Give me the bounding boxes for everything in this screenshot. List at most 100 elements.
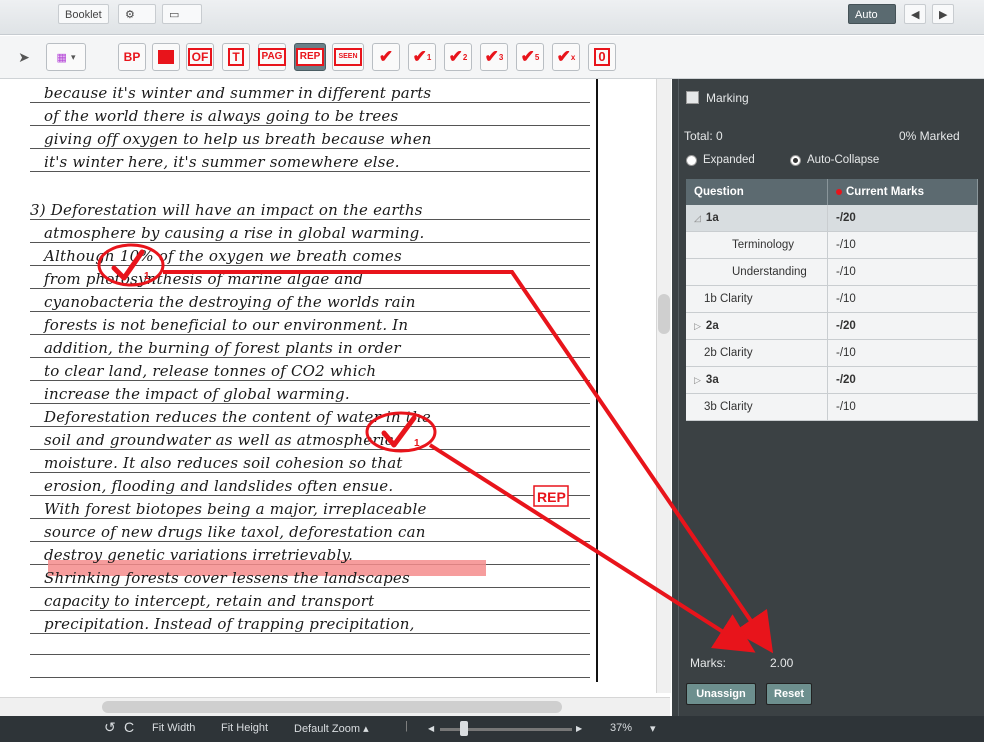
tick-x-sub: x: [570, 52, 576, 62]
marks-cell: -/20: [827, 312, 978, 340]
annotation-toolbar: ➤ ▦ ▾ BP OF T PAG REP SEEN ✔ ✔ 1 ✔ 2 ✔ 3 ✔ 5…: [0, 36, 984, 79]
tick-button[interactable]: ✔: [372, 43, 400, 71]
auto-collapse-radio[interactable]: [790, 155, 801, 166]
handwritten-line: Shrinking forests cover lessens the land…: [44, 569, 410, 587]
handwritten-line: cyanobacteria the destroying of the worl…: [44, 293, 416, 311]
panel-divider[interactable]: [678, 79, 679, 716]
document-viewer[interactable]: because it's winter and summer in differ…: [0, 79, 670, 693]
handwritten-line: forests is not beneficial to our environ…: [44, 316, 409, 334]
tick-x-button[interactable]: ✔ x: [552, 43, 580, 71]
ruled-line: [30, 288, 590, 289]
ruled-line: [30, 426, 590, 427]
ruled-line: [30, 677, 590, 678]
question-label: 2b Clarity: [704, 347, 753, 359]
expand-arrow-icon[interactable]: ▷: [694, 321, 701, 331]
horizontal-scroll-thumb[interactable]: [102, 701, 562, 713]
question-label: 2a: [705, 320, 719, 332]
handwritten-line: Deforestation reduces the content of wat…: [44, 408, 431, 426]
prev-page-button[interactable]: ◀: [904, 4, 926, 24]
handwritten-line: source of new drugs like taxol, deforest…: [44, 523, 426, 541]
question-column-header[interactable]: Question: [686, 179, 828, 205]
of-label: OF: [187, 48, 213, 66]
seen-stamp-button[interactable]: SEEN: [332, 43, 364, 71]
question-cell: ▷ 2a: [686, 312, 828, 340]
tick-3-sub: 3: [498, 52, 504, 62]
tick-icon: ✔: [378, 47, 394, 66]
tick-5-button[interactable]: ✔ 5: [516, 43, 544, 71]
tick-1-sub: 1: [426, 52, 432, 62]
of-stamp-button[interactable]: OF: [186, 43, 214, 71]
bottom-toolbar: ↺ C Fit Width Fit Height Default Zoom ▴ …: [0, 716, 984, 742]
color-picker[interactable]: ▦ ▾: [46, 43, 86, 71]
tick-2-sub: 2: [462, 52, 468, 62]
block-stamp-button[interactable]: [152, 43, 180, 71]
default-zoom-button[interactable]: Default Zoom ▴: [294, 722, 369, 735]
ruled-line: [30, 495, 590, 496]
ruled-line: [30, 380, 590, 381]
chevron-down-icon: ▾: [70, 51, 76, 62]
window-icon: ▭: [169, 9, 180, 21]
handwritten-line: to clear land, release tonnes of CO2 whi…: [44, 362, 377, 380]
rep-stamp-button[interactable]: REP: [294, 43, 326, 71]
text-tool-button[interactable]: T: [222, 43, 250, 71]
question-cell: 2b Clarity: [686, 339, 828, 367]
question-row[interactable]: ◿ 1a -/20: [686, 205, 978, 232]
collapse-arrow-icon[interactable]: ◿: [694, 213, 701, 223]
pag-stamp-button[interactable]: PAG: [257, 43, 287, 71]
palette-icon: ▦: [56, 51, 67, 64]
script-page: because it's winter and summer in differ…: [8, 79, 598, 682]
question-row[interactable]: ▷ 2a -/20: [686, 312, 978, 340]
zoom-dropdown-icon[interactable]: ▾: [650, 722, 656, 735]
fit-width-button[interactable]: Fit Width: [152, 722, 195, 734]
unassign-button[interactable]: Unassign: [686, 683, 756, 705]
question-row[interactable]: 3b Clarity -/10: [686, 393, 978, 421]
tick-2-button[interactable]: ✔ 2: [444, 43, 472, 71]
handwritten-line: it's winter here, it's summer somewhere …: [44, 153, 400, 171]
zero-label: 0: [594, 48, 610, 66]
marking-title: Marking: [706, 91, 749, 105]
question-row[interactable]: ▷ 3a -/20: [686, 366, 978, 394]
zoom-slider-thumb[interactable]: [460, 721, 468, 736]
horizontal-scrollbar[interactable]: [0, 697, 670, 716]
expanded-radio[interactable]: [686, 155, 697, 166]
rotate-cw-icon[interactable]: C: [124, 719, 134, 735]
ruled-line: [30, 125, 590, 126]
vertical-scroll-thumb[interactable]: [658, 294, 670, 334]
ruled-line: [30, 311, 590, 312]
marks-cell: -/20: [827, 366, 978, 394]
handwritten-line: erosion, flooding and landslides often e…: [44, 477, 394, 495]
tick-3-button[interactable]: ✔ 3: [480, 43, 508, 71]
next-page-button[interactable]: ▶: [932, 4, 954, 24]
settings-dropdown[interactable]: ⚙: [118, 4, 156, 24]
zero-mark-button[interactable]: 0: [588, 43, 616, 71]
booklet-button[interactable]: Booklet: [58, 4, 109, 24]
ruled-line: [30, 654, 590, 655]
ruled-line: [30, 472, 590, 473]
question-row[interactable]: Terminology -/10: [686, 231, 978, 259]
question-row[interactable]: Understanding -/10: [686, 258, 978, 286]
zoom-in-icon[interactable]: ▶: [576, 724, 582, 733]
ruled-line: [30, 148, 590, 149]
cursor-tool[interactable]: ➤: [10, 43, 38, 71]
zoom-out-icon[interactable]: ◀: [428, 724, 434, 733]
expand-arrow-icon[interactable]: ▷: [694, 375, 701, 385]
question-cell: Understanding: [686, 258, 828, 286]
marking-checkbox[interactable]: [686, 91, 699, 104]
question-row[interactable]: 1b Clarity -/10: [686, 285, 978, 313]
question-cell: 1b Clarity: [686, 285, 828, 313]
window-button[interactable]: ▭: [162, 4, 202, 24]
marks-value: 2.00: [770, 656, 794, 670]
question-row[interactable]: 2b Clarity -/10: [686, 339, 978, 367]
reset-button[interactable]: Reset: [766, 683, 812, 705]
auto-button[interactable]: Auto: [848, 4, 896, 24]
fit-height-button[interactable]: Fit Height: [221, 722, 268, 734]
tick-1-button[interactable]: ✔ 1: [408, 43, 436, 71]
bp-stamp-button[interactable]: BP: [118, 43, 146, 71]
red-block-icon: [158, 50, 174, 64]
gear-icon: ⚙: [125, 9, 135, 21]
marks-cell: -/10: [827, 285, 978, 313]
ruled-line: [30, 242, 590, 243]
current-marks-column-header[interactable]: Current Marks: [827, 179, 978, 205]
rotate-ccw-icon[interactable]: ↺: [104, 719, 116, 736]
vertical-scrollbar[interactable]: [656, 79, 671, 693]
